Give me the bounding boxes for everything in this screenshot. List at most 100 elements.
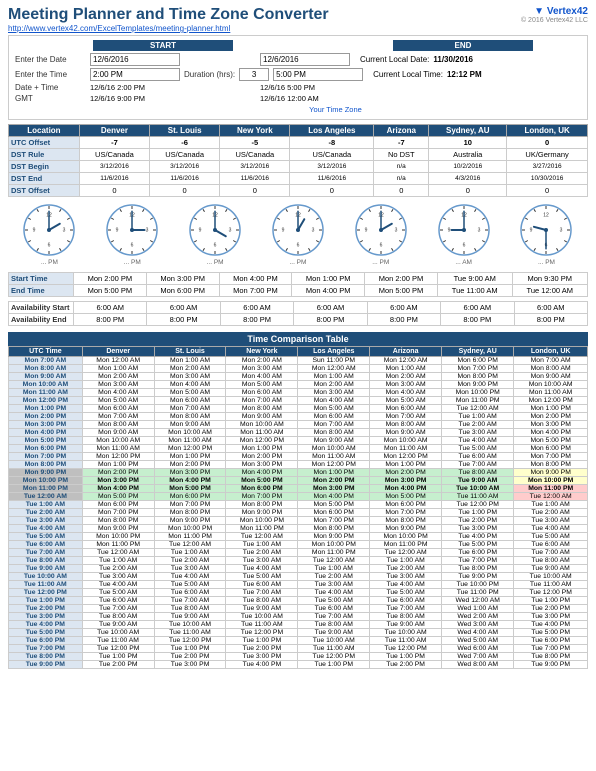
time-cell: Wed 12:00 AM xyxy=(442,597,514,605)
time-cell: Tue 5:00 AM xyxy=(370,589,442,597)
time-cell: Tue 6:00 AM xyxy=(514,541,588,549)
time-cell: Mon 5:00 AM xyxy=(226,381,298,389)
time-cell: Mon 4:00 PM xyxy=(154,477,226,485)
utc-time-cell: Mon 2:00 PM xyxy=(9,413,83,421)
svg-text:9: 9 xyxy=(282,227,285,233)
time-cell: Tue 3:00 AM xyxy=(442,429,514,437)
time-cell: Tue 10:00 AM xyxy=(370,629,442,637)
time-cell: Wed 3:00 AM xyxy=(442,621,514,629)
time-cell: Mon 1:00 PM xyxy=(154,453,226,461)
time-cell: Tue 1:00 PM xyxy=(154,645,226,653)
time-cell: Mon 10:00 PM xyxy=(442,389,514,397)
utc-time-cell: Mon 11:00 AM xyxy=(9,389,83,397)
dst-offset-row: DST Offset 0 0 0 0 0 0 0 xyxy=(9,185,588,197)
utc-time-cell: Tue 4:00 PM xyxy=(9,621,83,629)
times-table: Start Time Mon 2:00 PM Mon 3:00 PM Mon 4… xyxy=(8,272,588,297)
time-cell: Tue 3:00 PM xyxy=(226,653,298,661)
time-cell: Mon 2:00 PM xyxy=(298,477,370,485)
start-denver: Mon 2:00 PM xyxy=(74,273,147,285)
time-cell: Mon 6:00 AM xyxy=(370,405,442,413)
newyork-col-header: New York xyxy=(220,125,290,137)
duration-input[interactable] xyxy=(239,68,269,81)
time-cell: Mon 5:00 AM xyxy=(298,405,370,413)
svg-text:12: 12 xyxy=(544,212,550,218)
table-row: Mon 8:00 AMMon 1:00 AMMon 2:00 AMMon 3:0… xyxy=(9,365,588,373)
time-cell: Tue 4:00 AM xyxy=(442,437,514,445)
dst-begin-row: DST Begin 3/12/2016 3/12/2016 3/12/2016 … xyxy=(9,161,588,173)
time-cell: Mon 8:00 PM xyxy=(82,517,154,525)
time-cell: Mon 1:00 AM xyxy=(82,365,154,373)
clock-label: ... PM xyxy=(41,259,58,266)
table-row: Mon 10:00 AMMon 3:00 AMMon 4:00 AMMon 5:… xyxy=(9,381,588,389)
time-cell: Tue 12:00 AM xyxy=(226,533,298,541)
time-cell: Tue 8:00 AM xyxy=(154,605,226,613)
time-cell: Mon 4:00 PM xyxy=(298,493,370,501)
time-cell: Mon 6:00 AM xyxy=(298,413,370,421)
time-cell: Mon 3:00 PM xyxy=(226,461,298,469)
utc-time-cell: Tue 5:00 AM xyxy=(9,533,83,541)
time-cell: Mon 11:00 AM xyxy=(298,453,370,461)
time-cell: Mon 7:00 PM xyxy=(370,509,442,517)
utc-time-cell: Mon 7:00 PM xyxy=(9,453,83,461)
header-link[interactable]: http://www.vertex42.com/ExcelTemplates/m… xyxy=(8,24,329,33)
time-cell: Mon 7:00 AM xyxy=(226,397,298,405)
time-row: Enter the Time Duration (hrs): Current L… xyxy=(15,68,581,81)
utc-time-cell: Tue 7:00 PM xyxy=(9,645,83,653)
time-cell: Mon 1:00 PM xyxy=(298,469,370,477)
comparison-table: UTC TimeDenverSt. LouisNew YorkLos Angel… xyxy=(8,346,588,669)
time-cell: Tue 9:00 PM xyxy=(514,661,588,669)
time-cell: Wed 6:00 AM xyxy=(442,645,514,653)
time-cell: Tue 7:00 PM xyxy=(514,645,588,653)
time-cell: Mon 4:00 AM xyxy=(82,389,154,397)
utc-time-cell: Mon 1:00 PM xyxy=(9,405,83,413)
date-row: Enter the Date Current Local Date: 11/30… xyxy=(15,53,581,66)
time-cell: Tue 5:00 PM xyxy=(442,541,514,549)
time-cell: Tue 8:00 AM xyxy=(298,621,370,629)
availability-table: Availability Start 6:00 AM 6:00 AM 6:00 … xyxy=(8,301,588,326)
table-row: Tue 8:00 AMTue 1:00 AMTue 2:00 AMTue 3:0… xyxy=(9,557,588,565)
clock-face: 12369 xyxy=(188,203,242,259)
time-cell: Mon 9:00 PM xyxy=(514,469,588,477)
start-london: Mon 9:30 PM xyxy=(512,273,587,285)
comp-table-title: Time Comparison Table xyxy=(8,332,588,346)
end-header: END xyxy=(393,40,533,51)
time-cell: Mon 1:00 AM xyxy=(298,373,370,381)
clock-arizona: 12369 ... PM xyxy=(354,203,408,266)
end-time-input[interactable] xyxy=(273,68,363,81)
comp-col-4: Los Angeles xyxy=(298,347,370,357)
utc-offset-row: UTC Offset -7 -6 -5 -8 -7 10 0 xyxy=(9,137,588,149)
time-cell: Mon 3:00 PM xyxy=(370,477,442,485)
date-label: Enter the Date xyxy=(15,55,90,64)
start-time-input[interactable] xyxy=(90,68,180,81)
time-cell: Mon 3:00 AM xyxy=(298,389,370,397)
svg-text:9: 9 xyxy=(364,227,367,233)
time-cell: Tue 6:00 AM xyxy=(298,605,370,613)
time-cell: Mon 2:00 PM xyxy=(154,461,226,469)
datetime-row: Date + Time 12/6/16 2:00 PM 12/6/16 5:00… xyxy=(15,83,581,92)
avail-start-label: Availability Start xyxy=(9,302,74,314)
time-cell: Tue 8:00 AM xyxy=(442,469,514,477)
utc-time-cell: Tue 8:00 PM xyxy=(9,653,83,661)
time-cell: Tue 1:00 AM xyxy=(514,501,588,509)
avail-end-arizona: 8:00 PM xyxy=(367,314,440,326)
time-cell: Mon 2:00 AM xyxy=(226,357,298,365)
time-cell: Mon 1:00 PM xyxy=(226,445,298,453)
time-cell: Mon 8:00 AM xyxy=(370,421,442,429)
time-cell: Tue 2:00 PM xyxy=(82,661,154,669)
time-cell: Mon 9:00 PM xyxy=(154,517,226,525)
time-cell: Mon 9:00 AM xyxy=(514,373,588,381)
end-date-input[interactable] xyxy=(260,53,350,66)
time-cell: Mon 8:00 PM xyxy=(370,517,442,525)
avail-end-denver: 8:00 PM xyxy=(74,314,147,326)
time-cell: Tue 2:00 AM xyxy=(514,509,588,517)
avail-start-stlouis: 6:00 AM xyxy=(147,302,220,314)
time-cell: Tue 2:00 AM xyxy=(154,557,226,565)
time-cell: Mon 11:00 PM xyxy=(298,549,370,557)
clock-label: ... AM xyxy=(455,259,472,266)
table-row: Mon 10:00 PMMon 3:00 PMMon 4:00 PMMon 5:… xyxy=(9,477,588,485)
start-date-input[interactable] xyxy=(90,53,180,66)
time-cell: Tue 1:00 PM xyxy=(82,653,154,661)
start-la: Mon 1:00 PM xyxy=(292,273,365,285)
time-cell: Tue 12:00 PM xyxy=(82,645,154,653)
time-cell: Mon 3:00 AM xyxy=(82,381,154,389)
